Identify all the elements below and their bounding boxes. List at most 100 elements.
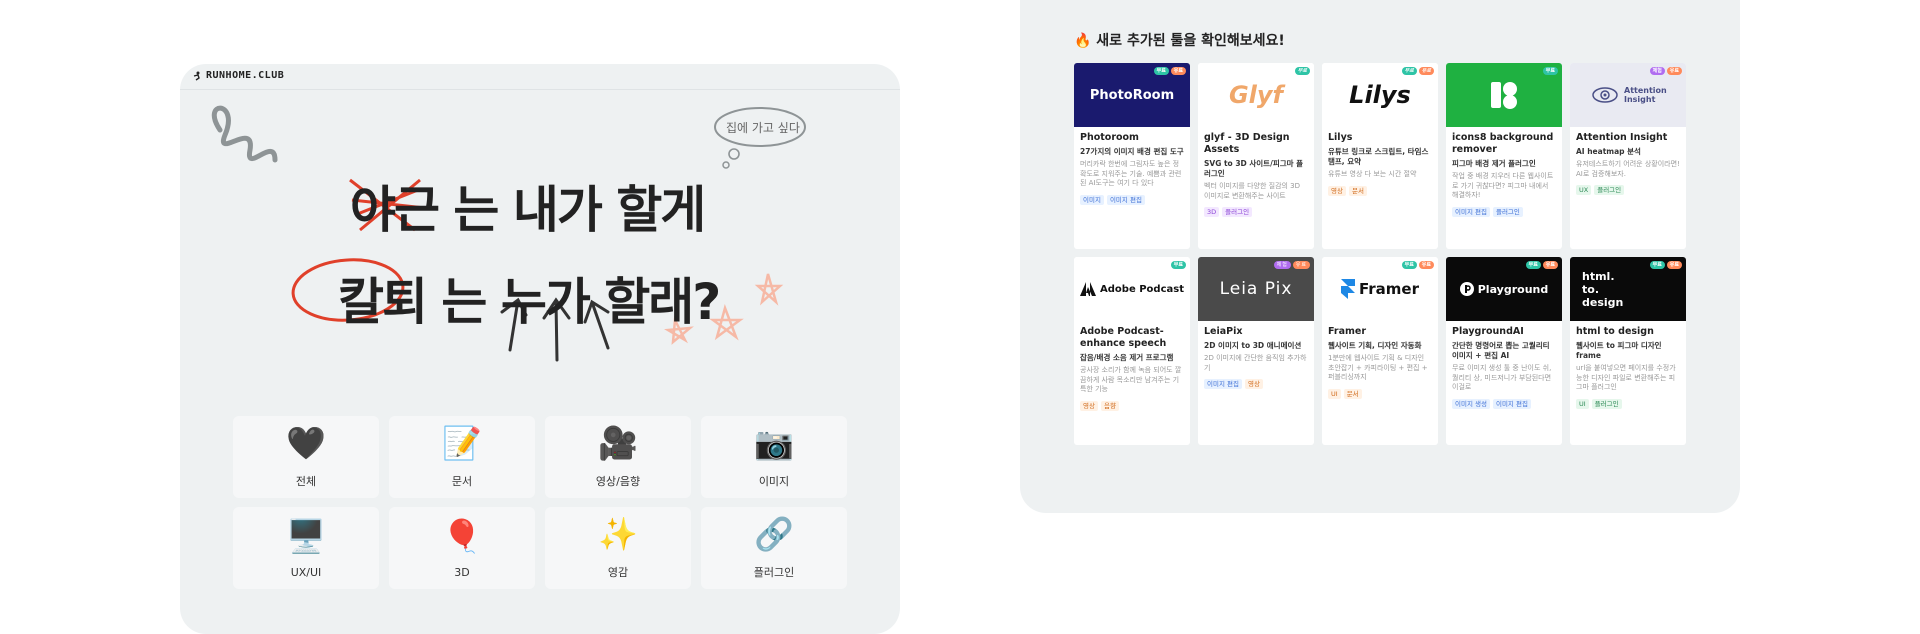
tool-thumbnail: html. to. design 무료 유료 xyxy=(1570,257,1686,321)
tool-thumbnail: Adobe Podcast 무료 xyxy=(1074,257,1190,321)
category-label: 영상/음향 xyxy=(595,475,641,488)
tool-description: url을 붙여넣으면 페이지를 수정가능한 디자인 파일로 변환해주는 피그마 … xyxy=(1576,364,1676,391)
tag-list: 이미지 편집 영상 xyxy=(1204,379,1308,389)
tag[interactable]: 음향 xyxy=(1100,400,1119,411)
category-plugin[interactable]: 🔗 플러그인 xyxy=(701,507,847,589)
new-tools-panel: 🔥 새로 추가된 툴을 확인해보세요! PhotoRoom 무료 유료 Phot… xyxy=(1020,0,1740,513)
balloon-icon: 🎈 xyxy=(442,516,482,555)
tool-name: Attention Insight xyxy=(1576,132,1668,143)
tool-thumbnail: 무료 xyxy=(1446,63,1562,127)
tool-card-glyf[interactable]: Glyf 무료 glyf - 3D Design Assets SVG to 3… xyxy=(1198,63,1314,249)
badge-group: 무료 xyxy=(1170,261,1186,269)
category-label: 플러그인 xyxy=(753,566,795,579)
tool-name: glyf - 3D Design Assets xyxy=(1204,132,1290,155)
tool-subtitle: SVG to 3D 사이트/피그마 플러그인 xyxy=(1204,159,1304,178)
tag[interactable]: 플러그인 xyxy=(1591,398,1622,409)
badge-group: 무료 유료 xyxy=(1401,261,1434,269)
thought-dot-small xyxy=(722,161,730,169)
paid-badge: 유료 xyxy=(1418,67,1434,75)
tool-description: 유저테스트하기 어려운 상황이라면! AI로 검증해보자. xyxy=(1576,160,1680,178)
tag[interactable]: 이미지 xyxy=(1080,194,1104,205)
tool-card-photoroom[interactable]: PhotoRoom 무료 유료 Photoroom 27가지의 이미지 배경 편… xyxy=(1074,63,1190,249)
category-video-audio[interactable]: 🎥 영상/음향 xyxy=(545,416,691,498)
tool-subtitle: 웹사이트 to 피그마 디자인 frame xyxy=(1576,341,1662,360)
free-badge: 무료 xyxy=(1649,261,1665,269)
tool-card-leiapix[interactable]: Leia Pix 체험 유료 LeiaPix 2D 이미지 to 3D 애니메이… xyxy=(1198,257,1314,445)
tool-card-playground[interactable]: Playground 무료 유료 PlaygroundAI 간단한 명령어로 뽑… xyxy=(1446,257,1562,445)
tag[interactable]: 문서 xyxy=(1343,388,1362,399)
category-image[interactable]: 📷 이미지 xyxy=(701,416,847,498)
tool-subtitle: 웹사이트 기획, 디자인 자동화 xyxy=(1328,341,1422,350)
tag[interactable]: 영상 xyxy=(1328,185,1346,196)
paid-badge: 유료 xyxy=(1170,67,1186,75)
tool-card-lilys[interactable]: Lilys 무료 유료 Lilys 유튜브 링크로 스크립트, 타임스탬프, 요… xyxy=(1322,63,1438,249)
tool-name: Adobe Podcast-enhance speech xyxy=(1080,326,1167,349)
tool-description: 벡터 이미지를 다양한 질감의 3D 이미지로 변환해주는 사이트 xyxy=(1204,182,1301,200)
tag[interactable]: 플러그인 xyxy=(1492,206,1523,217)
free-badge: 무료 xyxy=(1153,67,1169,75)
hero-line-2-text: 는 누가 할래? xyxy=(441,273,721,331)
tool-thumbnail: Glyf 무료 xyxy=(1198,63,1314,127)
badge-group: 무료 xyxy=(1542,67,1558,75)
badge-group: 체험 유료 xyxy=(1649,67,1682,75)
tag-list: 이미지 이미지 편집 xyxy=(1080,194,1184,205)
framer-logo-icon xyxy=(1340,279,1355,299)
tag[interactable]: 이미지 편집 xyxy=(1204,379,1242,389)
tag[interactable]: 문서 xyxy=(1348,185,1367,196)
badge-group: 체험 유료 xyxy=(1273,261,1310,269)
tag[interactable]: 플러그인 xyxy=(1594,185,1625,195)
category-ux-ui[interactable]: 🖥️ UX/UI xyxy=(233,507,379,589)
tag[interactable]: 영상 xyxy=(1080,400,1098,411)
camera-icon: 📷 xyxy=(754,424,794,462)
category-3d[interactable]: 🎈 3D xyxy=(389,507,535,589)
tag[interactable]: 영상 xyxy=(1244,379,1263,389)
tool-card-html-to-design[interactable]: html. to. design 무료 유료 html to design 웹사… xyxy=(1570,257,1686,445)
bubble-text: 집에 가고 싶다 xyxy=(726,121,800,135)
trial-badge: 체험 xyxy=(1273,261,1291,269)
tag[interactable]: 이미지 편집 xyxy=(1492,398,1531,409)
tool-card-framer[interactable]: Framer 무료 유료 Framer 웹사이트 기획, 디자인 자동화 1분만… xyxy=(1322,257,1438,445)
tag[interactable]: 이미지 편집 xyxy=(1452,206,1490,217)
tag[interactable]: 이미지 생성 xyxy=(1452,398,1490,409)
tool-card-icons8[interactable]: 무료 icons8 background remover 피그마 배경 제거 플… xyxy=(1446,63,1562,249)
badge-group: 무료 유료 xyxy=(1153,67,1186,75)
tag-list: 영상 문서 xyxy=(1328,185,1432,196)
free-badge: 무료 xyxy=(1401,67,1417,75)
tag[interactable]: UI xyxy=(1576,398,1589,409)
tool-thumbnail: Attention Insight 체험 유료 xyxy=(1570,63,1686,127)
tool-subtitle: 27가지의 이미지 배경 편집 도구 xyxy=(1080,147,1184,156)
attention-insight-logo: Attention Insight xyxy=(1624,86,1667,104)
tag[interactable]: UI xyxy=(1328,388,1341,399)
playground-logo-icon xyxy=(1459,282,1474,296)
scribble-doodle xyxy=(211,105,278,163)
tag[interactable]: UX xyxy=(1576,185,1592,195)
tool-subtitle: 피그마 배경 제거 플러그인 xyxy=(1452,159,1536,168)
tool-card-attention-insight[interactable]: Attention Insight 체험 유료 Attention Insigh… xyxy=(1570,63,1686,249)
tag[interactable]: 플러그인 xyxy=(1222,207,1253,217)
site-logo[interactable]: RUNHOME.CLUB xyxy=(192,70,284,81)
category-docs[interactable]: 📝 문서 xyxy=(389,416,535,498)
memo-icon: 📝 xyxy=(442,424,482,462)
category-label: 전체 xyxy=(295,475,317,488)
category-all[interactable]: 🖤 전체 xyxy=(233,416,379,498)
tool-description: 작업 중 배경 지우러 다른 웹사이트로 가기 귀찮다면? 피그마 내에서 해결… xyxy=(1452,172,1554,199)
tag-list: 영상 음향 xyxy=(1080,400,1184,411)
free-badge: 무료 xyxy=(1170,261,1186,269)
category-inspiration[interactable]: ✨ 영감 xyxy=(545,507,691,589)
tool-card-adobe-podcast[interactable]: Adobe Podcast 무료 Adobe Podcast-enhance s… xyxy=(1074,257,1190,445)
tag[interactable]: 이미지 편집 xyxy=(1106,194,1145,205)
free-badge: 무료 xyxy=(1294,67,1310,75)
category-label: 문서 xyxy=(451,475,473,488)
tool-description: 공사장 소리가 함께 녹음 되어도 깔끔하게 사람 목소리만 남겨주는 기특한 … xyxy=(1080,366,1182,393)
tool-subtitle: 2D 이미지 to 3D 애니메이션 xyxy=(1204,341,1302,350)
tool-description: 유튜브 영상 다 보는 시간 절약 xyxy=(1328,170,1417,178)
black-heart-icon: 🖤 xyxy=(286,424,326,462)
tool-subtitle: 간단한 명령어로 뽑는 고퀄리티 이미지 + 편집 AI xyxy=(1452,341,1550,360)
tool-subtitle: 잡음/배경 소음 제거 프로그램 xyxy=(1080,353,1174,362)
tool-subtitle: AI heatmap 분석 xyxy=(1576,147,1641,156)
tag[interactable]: 3D xyxy=(1204,207,1220,217)
paid-badge: 유료 xyxy=(1418,261,1434,269)
tool-name: Photoroom xyxy=(1080,132,1139,143)
framer-logo: Framer xyxy=(1358,280,1419,298)
hero-line-2: 칼퇴 는 누가 할래? xyxy=(338,262,721,334)
